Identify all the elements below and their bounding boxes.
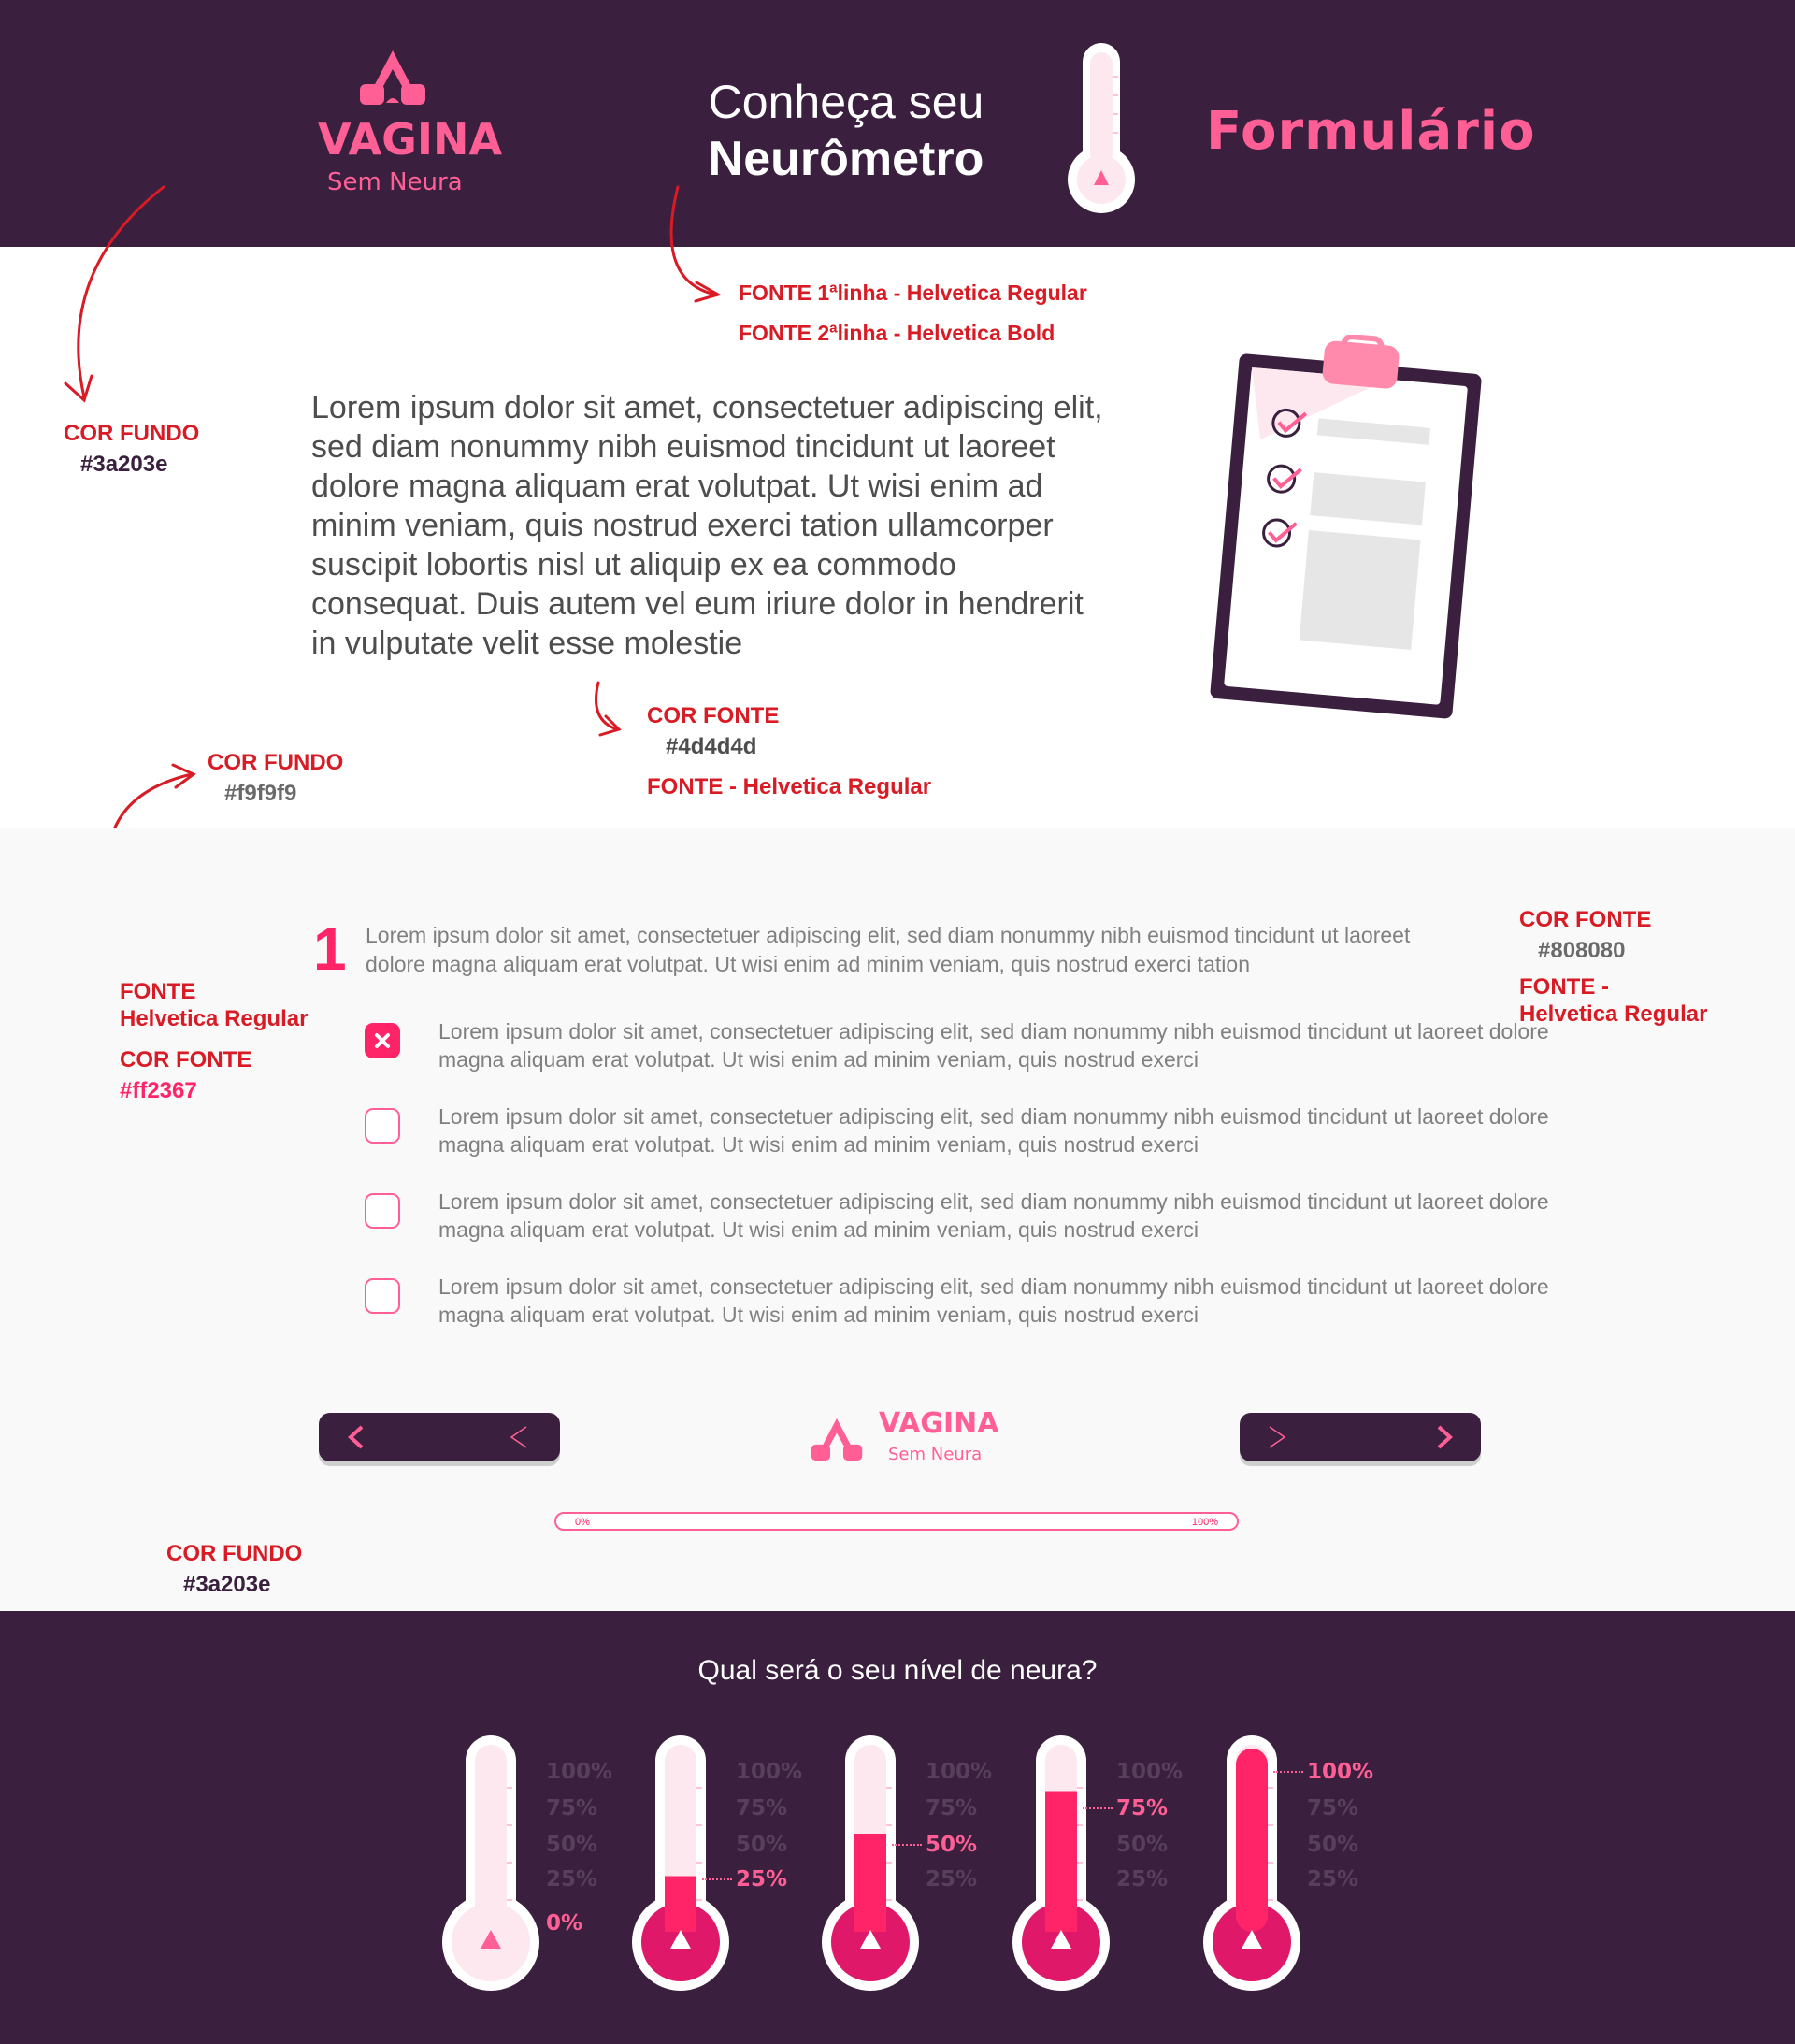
level-connector xyxy=(702,1878,732,1880)
level-label: 0% xyxy=(546,1911,583,1936)
level-thermometer xyxy=(822,1735,919,1991)
scale-label: 50% xyxy=(1116,1833,1169,1857)
scale-label: 75% xyxy=(546,1796,598,1821)
scale-label: 25% xyxy=(926,1867,978,1892)
scale-label: 25% xyxy=(1116,1867,1169,1892)
scale-label: 100% xyxy=(1116,1760,1184,1784)
level-connector xyxy=(892,1844,922,1846)
scale-label: 75% xyxy=(926,1796,978,1821)
scale-label: 50% xyxy=(926,1833,978,1857)
scale-label: 75% xyxy=(1116,1796,1169,1821)
thermometer-scale: 100% 75% 50% 25% 0% 100% 75% 50% 25% 100% 75% 50% 25… xyxy=(0,0,1795,2044)
level-thermometer xyxy=(442,1735,539,1991)
scale-label: 25% xyxy=(736,1867,788,1892)
level-connector xyxy=(1273,1771,1303,1773)
level-thermometer xyxy=(632,1735,729,1991)
scale-label: 100% xyxy=(926,1760,993,1784)
scale-label: 100% xyxy=(546,1760,613,1784)
scale-label: 75% xyxy=(736,1796,788,1821)
level-connector xyxy=(1083,1807,1113,1809)
scale-label: 50% xyxy=(736,1833,788,1857)
scale-label: 50% xyxy=(546,1833,598,1857)
scale-label: 75% xyxy=(1307,1796,1359,1821)
scale-label: 100% xyxy=(1307,1760,1374,1784)
scale-label: 50% xyxy=(1307,1833,1359,1857)
scale-label: 25% xyxy=(546,1867,598,1892)
scale-label: 100% xyxy=(736,1760,803,1784)
level-thermometer xyxy=(1012,1735,1110,1991)
scale-label: 25% xyxy=(1307,1867,1359,1892)
